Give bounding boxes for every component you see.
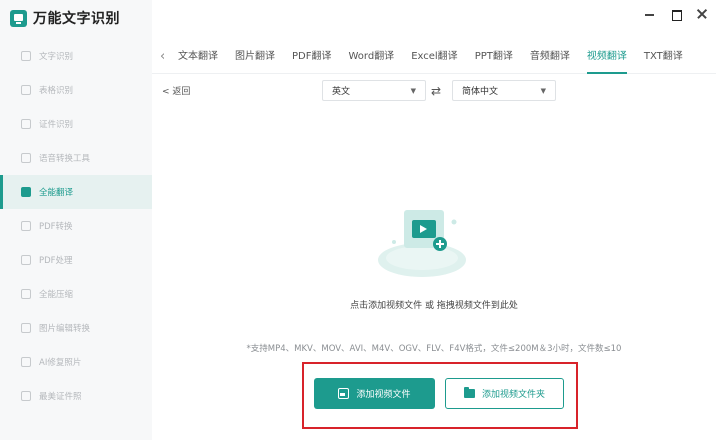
tab-txt-translate[interactable]: TXT翻译 [644, 40, 683, 74]
swap-arrows-icon[interactable]: ⇄ [431, 84, 441, 98]
sidebar-item-voice-tools[interactable]: 语音转换工具 [0, 141, 152, 175]
sidebar-item-id-photo[interactable]: 最美证件照 [0, 379, 152, 413]
caret-down-icon: ▼ [540, 87, 546, 95]
sidebar-item-ai-photo-repair[interactable]: AI修复照片 [0, 345, 152, 379]
tab-image-translate[interactable]: 图片翻译 [235, 40, 275, 74]
sidebar-item-label: 文字识别 [39, 52, 74, 62]
back-link[interactable]: < 返回 [162, 84, 190, 97]
sidebar-item-label: 最美证件照 [39, 392, 82, 402]
target-language-select[interactable]: 简体中文 ▼ [452, 80, 556, 101]
sidebar-item-label: PDF转换 [39, 222, 73, 232]
close-icon[interactable] [696, 8, 708, 20]
tab-ppt-translate[interactable]: PPT翻译 [475, 40, 513, 74]
table-icon [21, 85, 31, 95]
sidebar: 万能文字识别 文字识别 表格识别 证件识别 语音转换工具 全能翻译 PDF转换 [0, 0, 152, 440]
sidebar-item-label: 表格识别 [39, 86, 74, 96]
add-video-folder-label: 添加视频文件夹 [481, 390, 545, 400]
minimize-icon[interactable] [644, 8, 656, 20]
target-language-value: 简体中文 [462, 87, 499, 97]
sidebar-item-translate[interactable]: 全能翻译 [0, 175, 152, 209]
chevron-left-icon[interactable]: ‹ [160, 49, 178, 64]
drop-hint: 点击添加视频文件 或 拖拽视频文件到此处 [350, 301, 518, 311]
supported-formats-note: *支持MP4、MKV、MOV、AVI、M4V、OGV、FLV、F4V格式，文件≤… [246, 344, 622, 354]
video-file-icon [338, 388, 350, 399]
sidebar-item-text-ocr[interactable]: 文字识别 [0, 39, 152, 73]
sidebar-item-label: 证件识别 [39, 120, 74, 130]
sidebar-item-compress[interactable]: 全能压缩 [0, 277, 152, 311]
sidebar-item-id-ocr[interactable]: 证件识别 [0, 107, 152, 141]
compress-icon [21, 289, 31, 299]
caret-down-icon: ▼ [410, 87, 416, 95]
portrait-icon [21, 391, 31, 401]
tab-pdf-translate[interactable]: PDF翻译 [292, 40, 331, 74]
ai-icon [21, 357, 31, 367]
maximize-icon[interactable] [670, 8, 682, 21]
sidebar-nav: 文字识别 表格识别 证件识别 语音转换工具 全能翻译 PDF转换 PDF处理 全… [0, 39, 152, 413]
sidebar-item-pdf-convert[interactable]: PDF转换 [0, 209, 152, 243]
sidebar-item-label: 语音转换工具 [39, 154, 91, 164]
sidebar-item-label: 全能翻译 [39, 188, 74, 198]
window-controls [644, 8, 708, 21]
translate-icon [21, 187, 31, 197]
tab-excel-translate[interactable]: Excel翻译 [411, 40, 458, 74]
folder-icon [463, 387, 475, 398]
sidebar-item-label: AI修复照片 [39, 358, 82, 368]
sidebar-item-label: PDF处理 [39, 256, 73, 266]
sidebar-item-label: 图片编辑转换 [39, 324, 91, 334]
app-logo-icon [10, 9, 27, 27]
tab-video-translate[interactable]: 视频翻译 [586, 40, 627, 74]
id-card-icon [21, 119, 31, 129]
sidebar-item-pdf-process[interactable]: PDF处理 [0, 243, 152, 277]
app-title: 万能文字识别 [33, 11, 120, 27]
microphone-icon [21, 153, 31, 163]
tab-audio-translate[interactable]: 音频翻译 [530, 40, 570, 74]
tab-word-translate[interactable]: Word翻译 [348, 40, 394, 74]
app-header: 万能文字识别 [0, 0, 152, 36]
source-language-value: 英文 [332, 87, 351, 97]
pdf-tools-icon [21, 255, 31, 265]
sidebar-item-table-ocr[interactable]: 表格识别 [0, 73, 152, 107]
pdf-icon [21, 221, 31, 231]
translate-tabs: ‹ 文本翻译 图片翻译 PDF翻译 Word翻译 Excel翻译 PPT翻译 音… [152, 40, 716, 74]
add-video-file-label: 添加视频文件 [356, 390, 411, 400]
upload-illustration[interactable] [368, 200, 476, 282]
add-video-file-button[interactable]: 添加视频文件 [314, 378, 435, 409]
source-language-select[interactable]: 英文 ▼ [322, 80, 426, 101]
image-icon [21, 323, 31, 333]
add-video-folder-button[interactable]: 添加视频文件夹 [445, 378, 564, 409]
tab-text-translate[interactable]: 文本翻译 [178, 40, 218, 74]
sidebar-item-label: 全能压缩 [39, 290, 74, 300]
sidebar-item-image-edit[interactable]: 图片编辑转换 [0, 311, 152, 345]
text-icon [21, 51, 31, 61]
